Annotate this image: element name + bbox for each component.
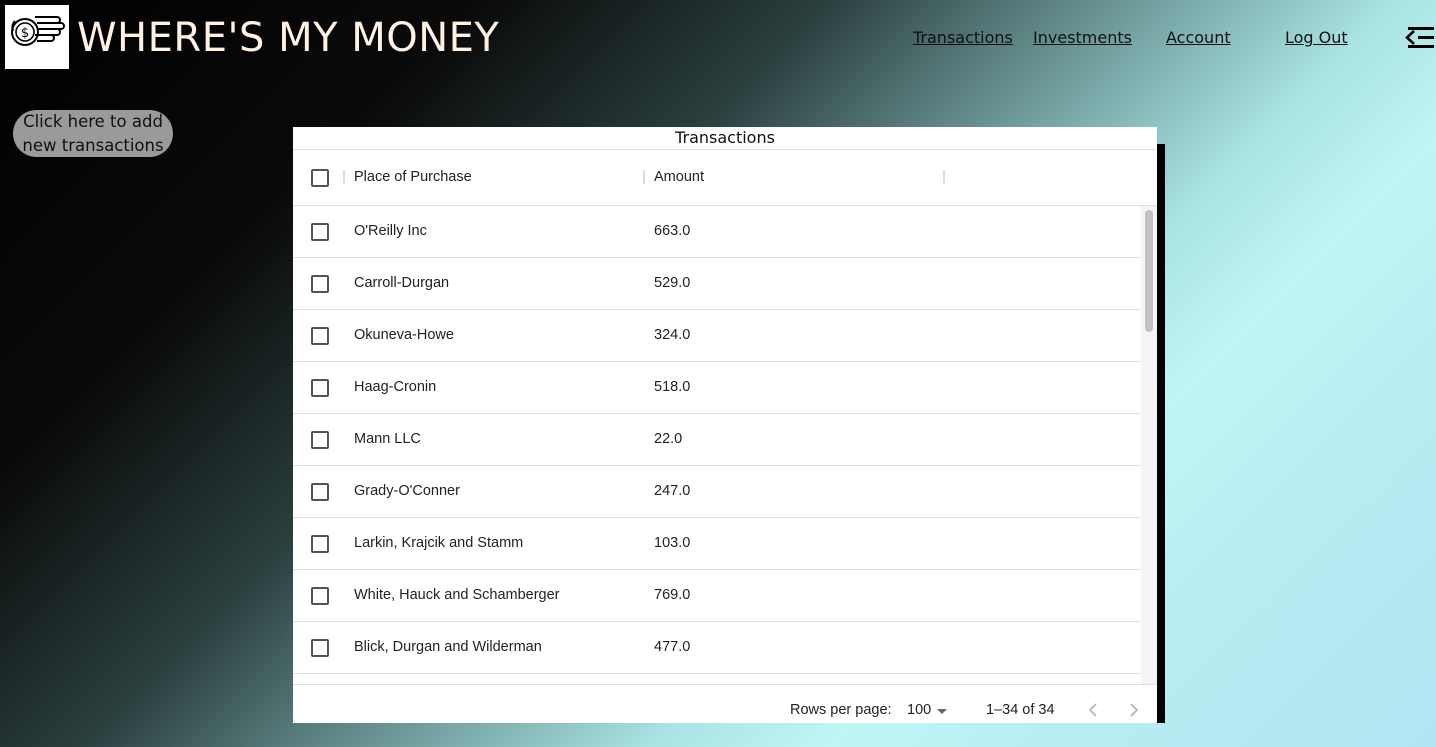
amount-cell: 663.0 xyxy=(654,223,691,239)
row-checkbox[interactable] xyxy=(311,639,329,657)
table-row[interactable]: Okuneva-Howe 324.0 xyxy=(293,310,1141,362)
logo: $ xyxy=(5,5,69,69)
nav-account-link[interactable]: Account xyxy=(1166,28,1231,48)
rows-per-page-select[interactable]: 100 xyxy=(907,702,931,718)
grid-footer: Rows per page: 100 1–34 of 34 xyxy=(293,684,1157,723)
menu-collapse-icon[interactable] xyxy=(1404,25,1434,51)
next-page-button[interactable] xyxy=(1124,699,1144,721)
place-cell: Larkin, Krajcik and Stamm xyxy=(354,535,524,551)
site-title: WHERE'S MY MONEY xyxy=(77,15,500,61)
rows-per-page-label: Rows per page: xyxy=(790,702,892,718)
table-row[interactable]: White, Hauck and Schamberger 769.0 xyxy=(293,570,1141,622)
table-row[interactable]: O'Reilly Inc 663.0 xyxy=(293,206,1141,258)
table-row[interactable]: Grady-O'Conner 247.0 xyxy=(293,466,1141,518)
row-checkbox[interactable] xyxy=(311,535,329,553)
pagination-range: 1–34 of 34 xyxy=(986,702,1055,718)
add-transaction-button[interactable]: Click here to add new transactions xyxy=(13,110,173,157)
amount-cell: 477.0 xyxy=(654,639,691,655)
place-cell: Haag-Cronin xyxy=(354,379,437,395)
row-checkbox[interactable] xyxy=(311,275,329,293)
table-row[interactable]: Larkin, Krajcik and Stamm 103.0 xyxy=(293,518,1141,570)
coin-hand-logo-icon: $ xyxy=(11,16,65,46)
amount-cell: 103.0 xyxy=(654,535,691,551)
place-cell: Okuneva-Howe xyxy=(354,327,454,343)
column-separator[interactable] xyxy=(943,170,945,184)
select-all-checkbox[interactable] xyxy=(311,169,329,187)
table-row[interactable]: Blick, Durgan and Wilderman 477.0 xyxy=(293,622,1141,674)
amount-cell: 529.0 xyxy=(654,275,691,291)
table-row[interactable]: Mann LLC 22.0 xyxy=(293,414,1141,466)
grid-title: Transactions xyxy=(293,127,1157,150)
row-checkbox[interactable] xyxy=(311,223,329,241)
transactions-grid: Transactions Place of Purchase Amount O'… xyxy=(293,127,1157,723)
place-cell: Blick, Durgan and Wilderman xyxy=(354,639,542,655)
chevron-left-icon xyxy=(1088,703,1097,717)
column-separator[interactable] xyxy=(643,170,645,184)
row-checkbox[interactable] xyxy=(311,327,329,345)
place-cell: O'Reilly Inc xyxy=(354,223,427,239)
row-checkbox[interactable] xyxy=(311,379,329,397)
place-cell: Mann LLC xyxy=(354,431,421,447)
panel-shadow xyxy=(1157,144,1165,723)
amount-cell: 324.0 xyxy=(654,327,691,343)
previous-page-button[interactable] xyxy=(1083,699,1103,721)
row-checkbox[interactable] xyxy=(311,431,329,449)
table-row-partial[interactable] xyxy=(293,674,1141,684)
place-cell: White, Hauck and Schamberger xyxy=(354,587,560,603)
svg-text:$: $ xyxy=(21,26,29,41)
table-row[interactable]: Haag-Cronin 518.0 xyxy=(293,362,1141,414)
grid-header-row: Place of Purchase Amount xyxy=(293,150,1157,206)
chevron-down-icon[interactable] xyxy=(937,709,947,714)
amount-cell: 22.0 xyxy=(654,431,683,447)
grid-body[interactable]: O'Reilly Inc 663.0 Carroll-Durgan 529.0 … xyxy=(293,206,1157,684)
column-header-amount[interactable]: Amount xyxy=(654,168,704,186)
row-checkbox[interactable] xyxy=(311,587,329,605)
place-cell: Carroll-Durgan xyxy=(354,275,450,291)
row-checkbox[interactable] xyxy=(311,483,329,501)
chevron-right-icon xyxy=(1130,703,1139,717)
amount-cell: 247.0 xyxy=(654,483,691,499)
amount-cell: 769.0 xyxy=(654,587,691,603)
place-cell: Grady-O'Conner xyxy=(354,483,460,499)
column-header-place[interactable]: Place of Purchase xyxy=(354,168,472,186)
nav-transactions-link[interactable]: Transactions xyxy=(913,28,1013,48)
scrollbar-thumb[interactable] xyxy=(1145,210,1153,332)
nav-investments-link[interactable]: Investments xyxy=(1033,28,1132,48)
add-transaction-label-line1: Click here to add xyxy=(23,112,163,131)
table-row[interactable]: Carroll-Durgan 529.0 xyxy=(293,258,1141,310)
add-transaction-label-line2: new transactions xyxy=(22,136,164,155)
amount-cell: 518.0 xyxy=(654,379,691,395)
nav-logout-link[interactable]: Log Out xyxy=(1285,28,1348,48)
column-separator[interactable] xyxy=(343,170,345,184)
